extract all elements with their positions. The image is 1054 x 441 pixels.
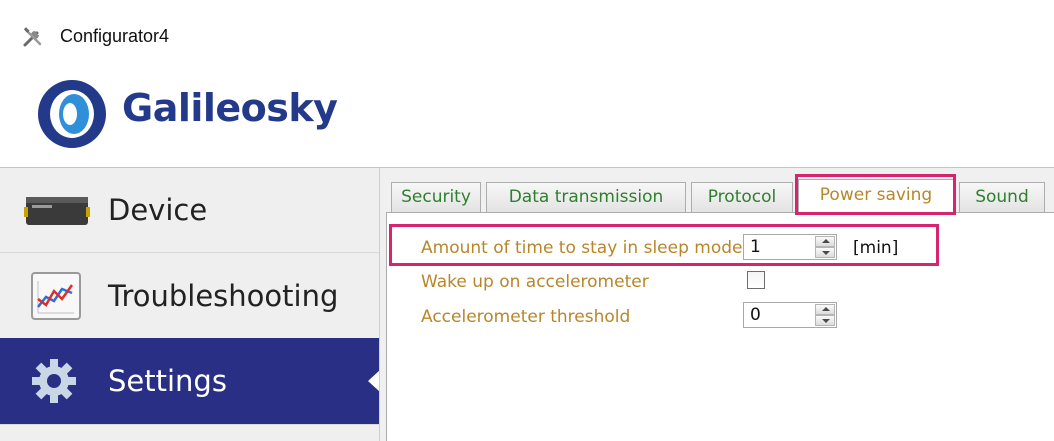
tab-data-transmission[interactable]: Data transmission <box>486 182 686 212</box>
spin-buttons <box>815 236 835 258</box>
spin-buttons <box>815 304 835 326</box>
settings-panel: Security Data transmission Protocol Powe… <box>380 168 1054 441</box>
tab-protocol[interactable]: Protocol <box>691 182 793 212</box>
wake-on-accel-label: Wake up on accelerometer <box>421 272 649 292</box>
sidebar-item-label: Troubleshooting <box>108 279 339 313</box>
sidebar-item-label: Settings <box>108 364 227 398</box>
sleep-time-spinbox[interactable]: 1 <box>743 234 837 260</box>
sleep-time-value[interactable]: 1 <box>750 237 761 257</box>
sleep-time-unit: [min] <box>853 238 899 258</box>
tab-power-saving[interactable]: Power saving <box>798 179 954 213</box>
sidebar: Device Troubleshooting Settings <box>0 168 380 441</box>
wake-on-accel-checkbox[interactable] <box>747 271 765 289</box>
sidebar-item-settings[interactable]: Settings <box>0 338 380 424</box>
sidebar-item-troubleshooting[interactable]: Troubleshooting <box>0 254 380 339</box>
line-chart-icon <box>31 272 81 320</box>
sleep-time-label: Amount of time to stay in sleep mode <box>421 238 743 258</box>
sidebar-item-device[interactable]: Device <box>0 168 380 253</box>
accel-threshold-label: Accelerometer threshold <box>421 307 631 327</box>
window-title: Configurator4 <box>60 26 170 46</box>
gear-icon <box>32 359 76 403</box>
tab-security[interactable]: Security <box>391 182 481 212</box>
tab-sound[interactable]: Sound <box>959 182 1045 212</box>
tracker-device-icon <box>24 197 90 225</box>
accel-threshold-value[interactable]: 0 <box>750 305 761 325</box>
spin-up-button[interactable] <box>815 304 835 315</box>
tab-strip: Security Data transmission Protocol Powe… <box>380 168 1054 214</box>
sidebar-item-more[interactable] <box>0 424 380 441</box>
galileosky-logo-icon <box>38 80 106 148</box>
title-bar: Configurator4 <box>0 0 1054 60</box>
accel-threshold-spinbox[interactable]: 0 <box>743 302 837 328</box>
sidebar-item-label: Device <box>108 193 208 227</box>
spin-down-button[interactable] <box>815 247 835 258</box>
tools-icon <box>23 27 42 47</box>
brand-header: Galileosky <box>0 60 1054 170</box>
spin-down-button[interactable] <box>815 315 835 326</box>
power-saving-content: Amount of time to stay in sleep mode 1 [… <box>386 212 1054 441</box>
brand-name: Galileosky <box>122 86 338 130</box>
spin-up-button[interactable] <box>815 236 835 247</box>
